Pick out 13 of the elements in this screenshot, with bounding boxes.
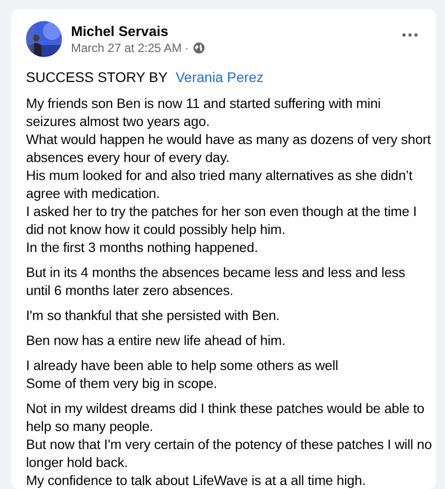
headline-text: SUCCESS STORY BY bbox=[26, 69, 168, 85]
mention-link[interactable]: Verania Perez bbox=[176, 69, 264, 85]
author-name[interactable]: Michel Servais bbox=[71, 23, 205, 39]
post-paragraph: I'm so thankful that she persisted with Ben. bbox=[26, 307, 281, 325]
post-paragraph: My friends son Ben is now 11 and started suffering with mini seizures almost two years ago. What would happen he would have as many as dozens of very short absences every hour of every day. His mum looked for and also tried many alternatives as she didn’t agree with medication. I asked her to try the patches for her son even though at the time I did not know how it could possibly help him. In the first 3 months nothing happened. bbox=[26, 95, 432, 257]
post-paragraph: Ben now has a entire new life ahead of him. bbox=[26, 332, 286, 350]
separator-dot: · bbox=[184, 41, 189, 55]
post-paragraph: I already have been able to help some others as well Some of them very big in scope. bbox=[26, 357, 340, 393]
post-timestamp[interactable]: March 27 at 2:25 AM bbox=[71, 41, 182, 55]
globe-icon bbox=[192, 42, 205, 54]
post-paragraph: Not in my wildest dreams did I think these patches would be able to help so many people. But now that I'm very certain of the potency of these patches I will no longer hold back. My confidence to talk about LifeWave is at a all time high. bbox=[26, 400, 432, 489]
more-icon bbox=[402, 33, 418, 37]
post-paragraph: But in its 4 months the absences became less and less and less until 6 months later zero absences. bbox=[26, 264, 406, 300]
